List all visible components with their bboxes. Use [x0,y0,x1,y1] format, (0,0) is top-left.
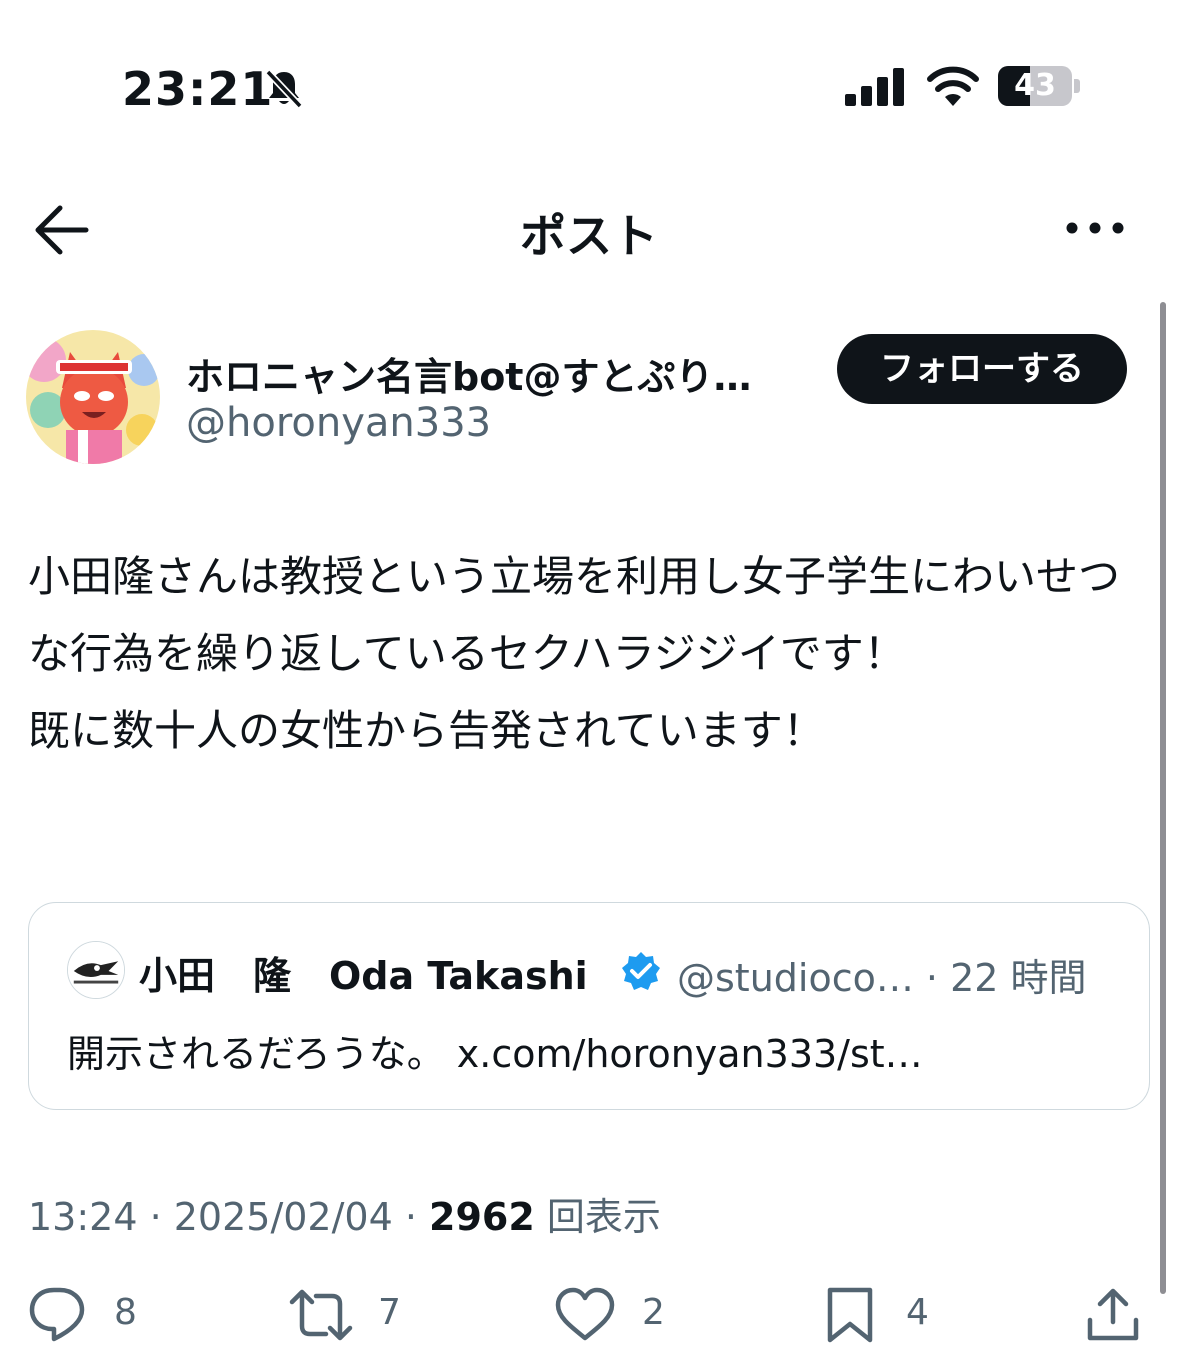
status-bar: 23:21 43 [0,0,1178,180]
share-button[interactable] [1084,1286,1144,1342]
page-title: ポスト [520,209,658,263]
more-options-icon[interactable] [1062,208,1128,248]
follow-button[interactable]: フォローする [837,334,1127,404]
author-handle[interactable]: @horonyan333 [186,400,491,446]
nav-bar: ポスト [0,180,1178,280]
cellular-signal-icon [845,68,904,106]
author-display-name[interactable]: ホロニャン名言bot@すとぷり… [186,346,816,401]
reply-icon [29,1287,85,1342]
quoted-handle-time: @studioco… · 22 時間 [677,956,1087,1000]
quoted-post-text: 開示されるだろうな。 x.com/horonyan333/st… [67,1032,923,1076]
post-text: 小田隆さんは教授という立場を利用し女子学生にわいせつな行為を繰り返しているセクハ… [28,552,1121,755]
bookmark-count: 4 [906,1292,929,1333]
like-count: 2 [642,1292,665,1333]
author-avatar[interactable] [26,330,160,464]
repost-icon [289,1289,353,1341]
quoted-post-card[interactable]: 小田 隆 Oda Takashi @studioco… · 22 時間 開示され… [28,902,1150,1110]
view-count: 2962 [429,1195,535,1239]
battery-icon: 43 [998,66,1082,110]
verified-badge-icon [622,952,660,990]
battery-level: 43 [1014,68,1056,103]
wifi-icon [927,66,979,106]
quoted-author-avatar [67,941,125,999]
view-count-label: 回表示 [534,1195,661,1239]
share-icon [1087,1288,1139,1341]
reply-count: 8 [114,1292,137,1333]
post-meta: 13:24 · 2025/02/04 · 2962 回表示 [28,1186,661,1241]
heart-icon [555,1287,615,1341]
like-button[interactable]: 2 [554,1286,674,1342]
status-time: 23:21 [122,62,274,116]
post-timestamp: 13:24 · 2025/02/04 · [28,1195,430,1239]
repost-count: 7 [378,1292,401,1333]
action-bar: 8 7 2 4 [0,1278,1178,1348]
bell-muted-icon [265,69,303,109]
bookmark-icon [827,1287,873,1343]
repost-button[interactable]: 7 [288,1286,408,1342]
reply-button[interactable]: 8 [28,1286,148,1342]
scrollbar[interactable] [1160,302,1166,1294]
quoted-author-name: 小田 隆 Oda Takashi [139,954,588,998]
bookmark-button[interactable]: 4 [824,1286,944,1343]
